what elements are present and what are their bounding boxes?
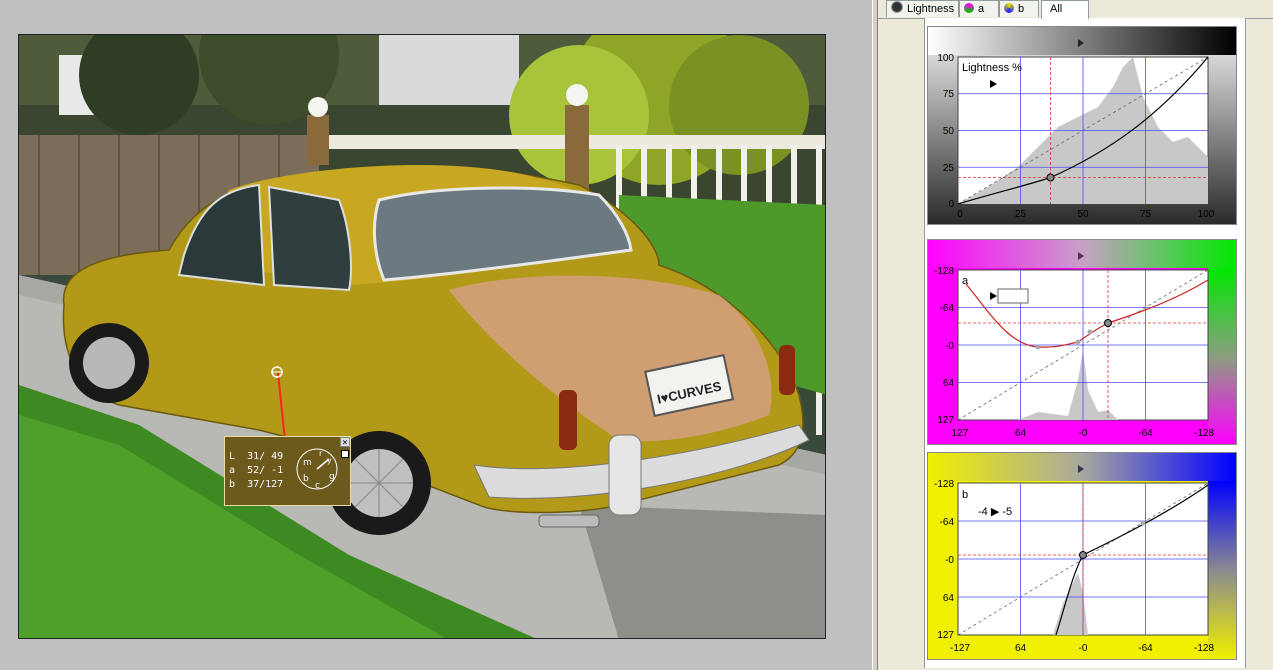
a-control-point[interactable] bbox=[1104, 319, 1112, 327]
b-curve-label: b bbox=[962, 489, 968, 501]
x-tick-100: 100 bbox=[1198, 209, 1215, 220]
y-tick-127: 127 bbox=[937, 415, 954, 426]
curves-container: Lightness % 100 75 50 25 0 0 25 50 75 10… bbox=[924, 18, 1246, 668]
x-tick-75: 75 bbox=[1140, 209, 1152, 220]
x-tick-25: 25 bbox=[1015, 209, 1027, 220]
x-tick-0: 0 bbox=[957, 209, 963, 220]
lightness-control-point[interactable] bbox=[1046, 173, 1055, 182]
x-tick-neg128: -128 bbox=[1194, 428, 1214, 439]
y-tick-neg64: -64 bbox=[940, 303, 955, 314]
x-tick-64: 64 bbox=[1015, 428, 1027, 439]
dial-letter-c: c bbox=[315, 481, 320, 491]
tab-all[interactable]: All bbox=[1041, 0, 1089, 19]
tab-b[interactable]: b bbox=[999, 0, 1039, 17]
readout-row-a: a 52/ -1 bbox=[229, 465, 284, 476]
b-channel-icon bbox=[1004, 3, 1014, 13]
x-tick-127: 127 bbox=[952, 428, 969, 439]
x-tick-50: 50 bbox=[1077, 209, 1089, 220]
a-value-input[interactable] bbox=[997, 288, 1029, 304]
close-icon[interactable]: × bbox=[340, 437, 350, 448]
y-tick-127: 127 bbox=[937, 630, 954, 641]
y-tick-0: 0 bbox=[948, 199, 954, 210]
x-tick-neg64: -64 bbox=[1138, 643, 1153, 654]
car-photo: I♥CURVES bbox=[19, 35, 825, 638]
dial-letter-y: y bbox=[327, 456, 332, 465]
dial-letter-g: g bbox=[329, 472, 335, 482]
y-tick-75: 75 bbox=[943, 89, 955, 100]
tab-a[interactable]: a bbox=[959, 0, 999, 17]
y-tick-0: -0 bbox=[945, 341, 954, 352]
y-tick-64: 64 bbox=[943, 378, 955, 389]
b-control-point[interactable] bbox=[1079, 551, 1087, 559]
y-tick-25: 25 bbox=[943, 163, 955, 174]
y-tick-neg64: -64 bbox=[940, 517, 955, 528]
x-tick-neg127: -127 bbox=[950, 643, 970, 654]
tab-lightness[interactable]: Lightness bbox=[886, 0, 959, 17]
photo-canvas[interactable]: I♥CURVES bbox=[18, 34, 826, 639]
a-curve-label: a bbox=[962, 275, 969, 287]
y-tick-0: -0 bbox=[945, 555, 954, 566]
hue-dial-icon: m r y g c b bbox=[296, 448, 338, 491]
curves-panel: Lightness a b All Lightness % 100 75 50 … bbox=[878, 0, 1273, 670]
dial-letter-b: b bbox=[303, 474, 309, 484]
x-tick-neg64: -64 bbox=[1138, 428, 1153, 439]
y-tick-neg128: -128 bbox=[934, 479, 954, 490]
x-tick-0: -0 bbox=[1079, 428, 1088, 439]
pin-icon[interactable] bbox=[341, 450, 349, 458]
lightness-icon bbox=[891, 1, 903, 13]
a-channel-icon bbox=[964, 3, 974, 13]
lightness-curve-panel[interactable]: Lightness % 100 75 50 25 0 0 25 50 75 10… bbox=[927, 26, 1237, 225]
x-tick-64: 64 bbox=[1015, 643, 1027, 654]
y-tick-neg128: -128 bbox=[934, 266, 954, 277]
channel-tabs: Lightness a b All bbox=[878, 0, 1273, 19]
x-tick-neg128: -128 bbox=[1194, 643, 1214, 654]
a-curve-panel[interactable]: a -128 -64 -0 64 127 127 64 -0 -64 -128 bbox=[927, 239, 1237, 445]
dial-letter-m: m bbox=[303, 458, 312, 468]
lightness-curve-label: Lightness % bbox=[962, 62, 1022, 74]
y-tick-64: 64 bbox=[943, 593, 955, 604]
readout-row-b: b 37/127 bbox=[229, 479, 284, 490]
y-tick-50: 50 bbox=[943, 126, 955, 137]
color-readout-panel[interactable]: L 31/ 49 a 52/ -1 b 37/127 × m r y g c b bbox=[224, 436, 351, 506]
readout-row-l: L 31/ 49 bbox=[229, 451, 284, 462]
b-curve-panel[interactable]: b -4 ▶ -5 -128 -64 -0 64 127 -127 64 -0 … bbox=[927, 452, 1237, 660]
x-tick-0: -0 bbox=[1079, 643, 1088, 654]
y-tick-100: 100 bbox=[937, 53, 954, 64]
image-canvas-area: I♥CURVES L 31/ 49 a 52/ -1 b 37/127 × m … bbox=[0, 0, 872, 670]
b-arrow-readout: -4 ▶ -5 bbox=[978, 506, 1012, 518]
